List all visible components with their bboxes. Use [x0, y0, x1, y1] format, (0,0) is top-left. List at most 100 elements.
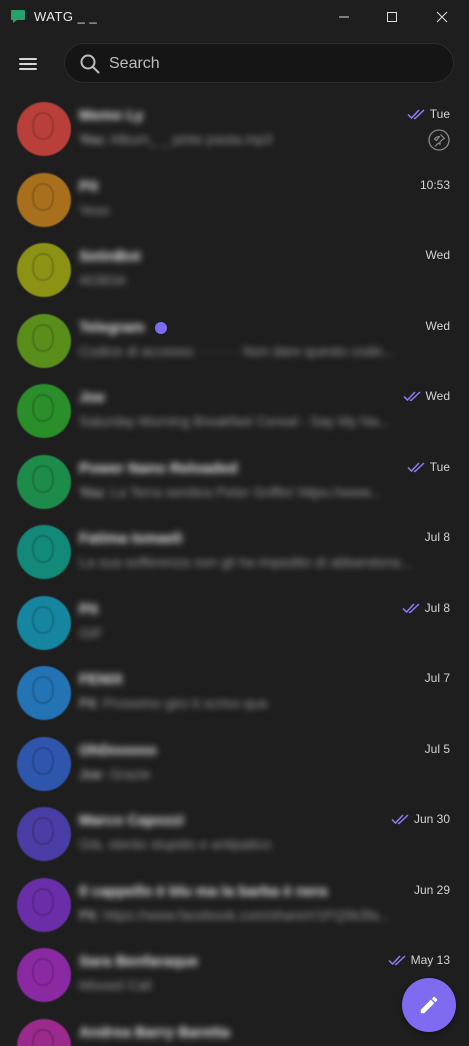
- chat-time-text: Tue: [429, 459, 450, 474]
- chat-name: Marco Capozzi: [79, 812, 184, 829]
- chat-row[interactable]: Fatima Ismaeli La sua sofferenza non gli …: [0, 521, 469, 591]
- chat-preview: You: Album_ _ pinto pasta.mp3: [79, 131, 445, 147]
- preview-text: Yeso: [79, 201, 110, 218]
- avatar: [17, 1018, 71, 1046]
- verified-badge-icon: [155, 321, 167, 334]
- avatar: [17, 595, 71, 650]
- chat-time-text: Jun 30: [413, 812, 450, 826]
- chat-row[interactable]: Joe Saturday Morning Breakfast Cereal - S…: [0, 380, 469, 450]
- avatar: [17, 243, 71, 297]
- preview-text: Album_ _ pinto pasta.mp3: [106, 131, 273, 147]
- app-logo-icon: [11, 10, 25, 23]
- chat-name: Andrea Barry Baretta: [79, 1024, 230, 1041]
- chat-time: Jul 7: [425, 671, 450, 685]
- avatar: [17, 666, 71, 720]
- chat-name: Sara Benfaraque: [79, 953, 198, 970]
- search-input[interactable]: [107, 44, 431, 84]
- minimize-button[interactable]: [319, 0, 369, 34]
- header: [0, 34, 469, 94]
- read-checkmarks-icon: [402, 602, 420, 613]
- chat-name-text: Pit: [79, 177, 99, 195]
- chat-name-text: FENIX: [79, 671, 124, 688]
- chat-preview: La sua sofferenza non gli ha impedito di…: [79, 554, 445, 570]
- read-checkmarks-icon: [407, 109, 425, 120]
- chat-preview: Pit: https://www.facebook.com/share/r/1F…: [79, 907, 445, 923]
- maximize-button[interactable]: [367, 0, 417, 34]
- chat-preview: GIF: [79, 625, 445, 641]
- chat-row[interactable]: Power Nano Reloaded You: La Terra sembra …: [0, 451, 469, 521]
- preview-text: Saturday Morning Breakfast Cereal - Say …: [79, 413, 391, 429]
- chat-preview: Yeso: [79, 202, 445, 218]
- hamburger-menu-icon: [19, 58, 37, 70]
- chat-time: Jun 30: [391, 812, 450, 826]
- chat-name-text: Andrea Barry Baretta: [79, 1023, 230, 1041]
- pin-icon: [428, 129, 450, 151]
- preview-text: Prossimo giro ti scrivo qua: [99, 695, 268, 711]
- compose-button[interactable]: [402, 978, 456, 1032]
- menu-button[interactable]: [16, 52, 40, 76]
- preview-sender: You:: [79, 483, 107, 500]
- preview-text: 403634: [79, 272, 126, 288]
- preview-sender: Pit:: [79, 906, 100, 923]
- preview-sender: Pit:: [79, 695, 100, 711]
- chat-time: Tue: [407, 107, 450, 121]
- preview-text: Missed Call: [79, 977, 152, 993]
- chat-row[interactable]: FENIX Pit: Prossimo giro ti scrivo qua Jul…: [0, 662, 469, 732]
- preview-text: Grazie: [105, 765, 151, 782]
- chat-list[interactable]: Memo Ly You: Album_ _ pinto pasta.mp3 Tue P…: [0, 94, 469, 1046]
- chat-time: Jul 8: [402, 601, 450, 615]
- avatar: [17, 877, 71, 932]
- chat-row[interactable]: Il cappello è blu ma la barba è nera Pit:…: [0, 874, 469, 944]
- chat-time-text: 10:53: [419, 177, 450, 192]
- avatar: [17, 172, 71, 227]
- chat-row[interactable]: Pit GIF Jul 8: [0, 592, 469, 662]
- chat-row[interactable]: Andrea Barry Baretta: [0, 1015, 469, 1046]
- chat-row[interactable]: Memo Ly You: Album_ _ pinto pasta.mp3 Tue: [0, 98, 469, 168]
- chat-time-text: Tue: [429, 107, 450, 121]
- search-box[interactable]: [64, 43, 454, 84]
- chat-name: FENIX: [79, 671, 123, 688]
- chat-name-text: Pit: [79, 600, 99, 618]
- chat-time: Jul 5: [425, 742, 450, 756]
- chat-name-text: Telegram: [79, 318, 145, 336]
- chat-name-text: Marco Capozzi: [79, 812, 185, 829]
- minimize-icon: [339, 16, 349, 18]
- chat-name-text: Joe: [79, 389, 105, 406]
- chat-row[interactable]: Sara Benfaraque Missed Call May 13: [0, 944, 469, 1014]
- chat-time-text: May 13: [410, 953, 450, 967]
- chat-time-text: Wed: [425, 318, 450, 333]
- preview-text: Già, stento stupido e antipatico: [79, 836, 272, 852]
- chat-preview: Già, stento stupido e antipatico: [79, 836, 445, 852]
- chat-time-text: Jul 8: [424, 600, 450, 615]
- chat-time: Jul 8: [425, 530, 450, 544]
- read-checkmarks-icon: [388, 955, 406, 966]
- read-checkmarks-icon: [407, 461, 425, 472]
- chat-row[interactable]: Telegram Codice di accesso: · · · · · Non…: [0, 310, 469, 380]
- avatar: [17, 384, 71, 438]
- chat-name: Pit: [79, 601, 98, 618]
- preview-text: Codice di accesso: · · · · · Non dare qu…: [79, 342, 395, 359]
- chat-time: Jun 29: [414, 883, 450, 897]
- chat-name-text: Power Nano Reloaded: [79, 459, 238, 477]
- title-bar: WATG _ _: [0, 0, 469, 34]
- chat-name: Fatima Ismaeli: [79, 530, 182, 547]
- chat-name: Power Nano Reloaded: [79, 460, 237, 477]
- close-button[interactable]: [417, 0, 467, 34]
- chat-preview: 403634: [79, 272, 445, 288]
- chat-row[interactable]: SetinBot 403634 Wed: [0, 239, 469, 309]
- chat-name-text: Fatima Ismaeli: [79, 530, 183, 547]
- avatar: [17, 313, 71, 368]
- chat-time: Wed: [426, 248, 450, 262]
- avatar: [17, 736, 71, 791]
- chat-row[interactable]: Pit Yeso 10:53: [0, 169, 469, 239]
- chat-time: 10:53: [420, 178, 450, 192]
- chat-time-text: Jul 5: [424, 741, 450, 756]
- chat-row[interactable]: OhDooooo Joe: Grazie Jul 5: [0, 733, 469, 803]
- maximize-icon: [387, 12, 397, 22]
- avatar: [17, 948, 71, 1002]
- chat-time-text: Wed: [425, 248, 450, 262]
- preview-text: GIF: [79, 624, 103, 641]
- chat-row[interactable]: Marco Capozzi Già, stento stupido e antip…: [0, 803, 469, 873]
- preview-text: https://www.facebook.com/share/r/1FQ5k3f…: [99, 906, 391, 923]
- chat-time: Wed: [403, 389, 450, 403]
